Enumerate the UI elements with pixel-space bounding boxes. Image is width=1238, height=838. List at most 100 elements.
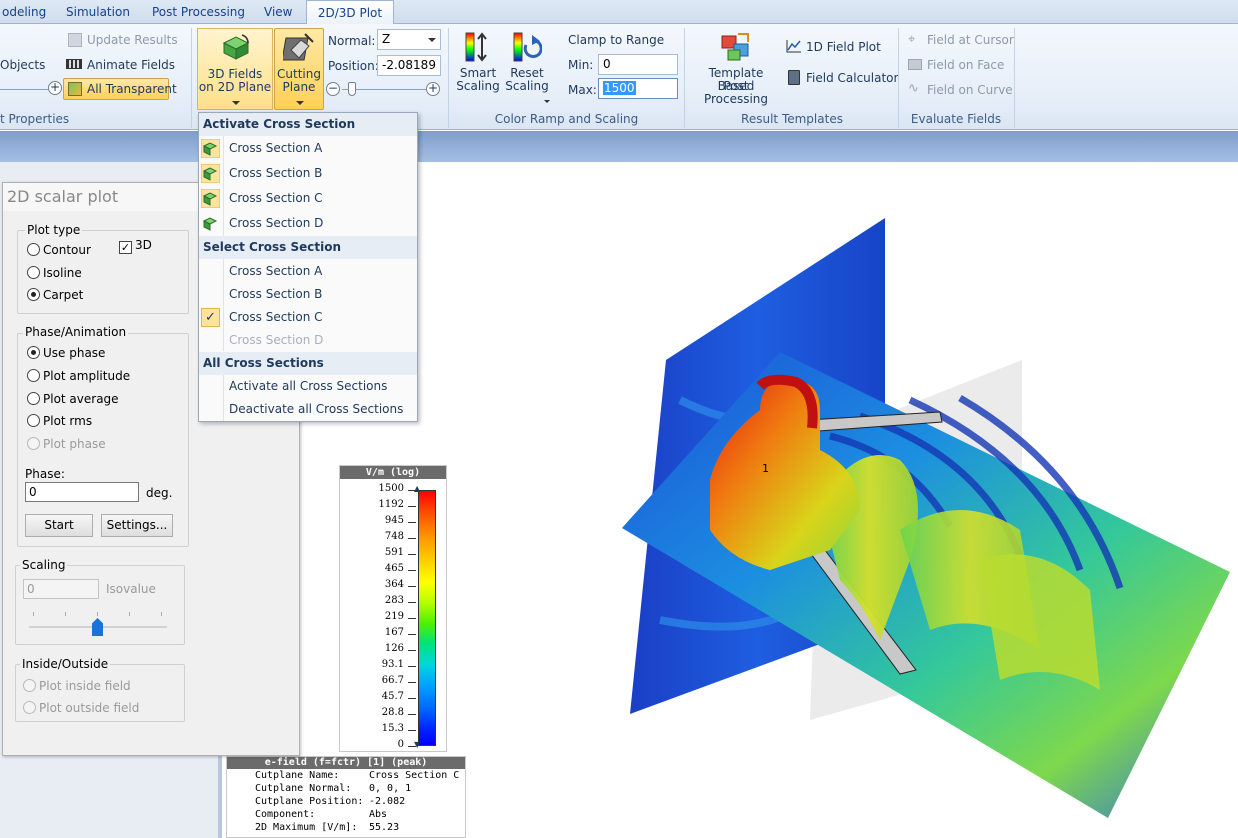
- info-row: 2D Maximum [V/m]: 55.23: [255, 822, 400, 833]
- radio-icon: [27, 369, 40, 382]
- legend-tick: [408, 634, 416, 635]
- menu-item-select-cross-section-c[interactable]: ✓ Cross Section C: [199, 306, 417, 329]
- port-label: 1: [762, 462, 769, 475]
- 3d-fields-on-2d-plane-button[interactable]: 3D Fields on 2D Plane: [197, 28, 273, 110]
- legend-tick-label: 1192: [378, 499, 404, 510]
- radio-icon: [27, 288, 40, 301]
- menu-header-select: Select Cross Section: [199, 236, 417, 259]
- legend-tick: [408, 602, 416, 603]
- legend-tick-label: 167: [384, 627, 404, 638]
- menu-item-activate-cross-section-b[interactable]: Cross Section B: [199, 162, 417, 185]
- plot-inside-field-radio[interactable]: Plot inside field: [23, 679, 131, 693]
- legend-tick: [408, 666, 416, 667]
- legend-tick-label: 283: [384, 595, 404, 606]
- field-plot-3d-scene[interactable]: 1: [600, 200, 1238, 838]
- face-icon: [908, 59, 922, 70]
- 3d-checkbox[interactable]: ✓ 3D: [119, 238, 152, 254]
- group-separator: [191, 28, 192, 128]
- 3d-fields-label-2: on 2D Plane: [198, 80, 272, 94]
- smart-scaling-button[interactable]: Smart Scaling: [456, 28, 500, 108]
- cutting-plane-button[interactable]: Cutting Plane: [274, 28, 324, 110]
- plot-average-radio[interactable]: Plot average: [27, 392, 119, 406]
- plot-outside-field-radio[interactable]: Plot outside field: [23, 701, 139, 715]
- info-row: Cutplane Normal: 0, 0, 1: [255, 783, 412, 794]
- menu-header-activate: Activate Cross Section: [199, 113, 417, 136]
- plot-amplitude-radio[interactable]: Plot amplitude: [27, 369, 130, 383]
- template-based-post-processing-button[interactable]: Template Based Post Processing: [690, 28, 782, 108]
- tab-2d-3d-plot[interactable]: 2D/3D Plot: [306, 0, 394, 25]
- field-at-cursor-button[interactable]: Field at Cursor: [927, 33, 1014, 47]
- group-separator: [1014, 28, 1015, 128]
- menu-item-select-cross-section-b[interactable]: Cross Section B: [199, 283, 417, 306]
- plot-rms-radio[interactable]: Plot rms: [27, 414, 92, 428]
- 1d-field-plot-button[interactable]: 1D Field Plot: [806, 40, 881, 54]
- max-input[interactable]: 1500: [598, 78, 678, 99]
- menu-item-activate-cross-section-c[interactable]: Cross Section C: [199, 187, 417, 210]
- legend-tick: [408, 554, 416, 555]
- phase-input[interactable]: 0: [25, 482, 139, 502]
- 3d-fields-icon: [222, 34, 250, 60]
- cross-section-icon: [202, 217, 218, 231]
- transparency-slider-track[interactable]: [0, 89, 48, 90]
- settings-button[interactable]: Settings...: [101, 514, 173, 537]
- start-button[interactable]: Start: [25, 514, 93, 537]
- plot-info-box: e-field (f=fctr) [1] (peak) Cutplane Nam…: [226, 756, 466, 838]
- animate-fields-button[interactable]: Animate Fields: [87, 58, 175, 72]
- arrow-up-icon: ▲: [414, 484, 421, 493]
- 1d-plot-icon: [786, 40, 801, 53]
- menu-item-select-cross-section-d[interactable]: Cross Section D: [199, 329, 417, 352]
- field-on-curve-button[interactable]: Field on Curve: [927, 83, 1013, 97]
- legend-tick-label: 364: [384, 579, 404, 590]
- menu-item-activate-cross-section-d[interactable]: Cross Section D: [199, 212, 417, 235]
- legend-tick: [408, 570, 416, 571]
- legend-tick-label: 465: [384, 563, 404, 574]
- legend-tick-label: 1500: [378, 483, 404, 494]
- legend-tick-label: 219: [384, 611, 404, 622]
- isoline-radio[interactable]: Isoline: [27, 266, 82, 280]
- menu-item-deactivate-all[interactable]: Deactivate all Cross Sections: [199, 398, 417, 421]
- menu-item-select-cross-section-a[interactable]: Cross Section A: [199, 260, 417, 283]
- position-slider-thumb[interactable]: [348, 82, 356, 96]
- isovalue-label: Isovalue: [106, 582, 156, 596]
- result-templates-group-label: Result Templates: [741, 112, 843, 126]
- use-phase-radio[interactable]: Use phase: [27, 346, 105, 360]
- update-results-icon: [68, 33, 82, 47]
- legend-tick-label: 28.8: [381, 707, 404, 718]
- menu-item-activate-cross-section-a[interactable]: Cross Section A: [199, 137, 417, 160]
- cutting-plane-icon: [283, 33, 314, 61]
- radio-icon: [27, 414, 40, 427]
- info-row: Cutplane Name: Cross Section C: [255, 770, 460, 781]
- objects-label[interactable]: Objects: [0, 58, 45, 72]
- normal-select[interactable]: Z: [377, 29, 441, 50]
- field-on-face-button[interactable]: Field on Face: [927, 58, 1004, 72]
- position-input[interactable]: -2.08189: [377, 55, 441, 76]
- plus-icon[interactable]: +: [48, 81, 62, 95]
- scaling-title: Scaling: [20, 558, 68, 572]
- tab-modeling[interactable]: odeling: [0, 0, 52, 24]
- contour-radio[interactable]: Contour: [27, 243, 91, 257]
- minus-icon[interactable]: −: [326, 82, 340, 96]
- chevron-down-icon: [296, 101, 304, 105]
- plus-icon[interactable]: +: [426, 82, 440, 96]
- all-transparent-button[interactable]: All Transparent: [63, 78, 177, 100]
- min-input[interactable]: 0: [598, 54, 678, 75]
- color-legend: V/m (log) 1500 1192 945 748 591 465 364 283 219 1…: [339, 465, 447, 752]
- tab-post-processing[interactable]: Post Processing: [146, 0, 251, 24]
- tab-view[interactable]: View: [258, 0, 298, 24]
- radio-icon: [27, 243, 40, 256]
- carpet-radio[interactable]: Carpet: [27, 288, 83, 302]
- menu-item-activate-all[interactable]: Activate all Cross Sections: [199, 375, 417, 398]
- min-label: Min:: [568, 58, 594, 72]
- tab-simulation[interactable]: Simulation: [60, 0, 136, 24]
- plot-phase-radio[interactable]: Plot phase: [27, 437, 106, 451]
- normal-value: Z: [382, 32, 391, 46]
- legend-tick: [408, 506, 416, 507]
- reset-scaling-button[interactable]: Reset Scaling: [504, 28, 550, 108]
- phase-unit: deg.: [146, 486, 173, 500]
- legend-tick-label: 748: [384, 531, 404, 542]
- scaling-input[interactable]: 0: [23, 579, 99, 599]
- normal-label: Normal:: [328, 34, 376, 48]
- legend-tick-label: 66.7: [381, 675, 404, 686]
- field-calculator-button[interactable]: Field Calculator: [806, 71, 898, 85]
- update-results-button[interactable]: Update Results: [87, 33, 178, 47]
